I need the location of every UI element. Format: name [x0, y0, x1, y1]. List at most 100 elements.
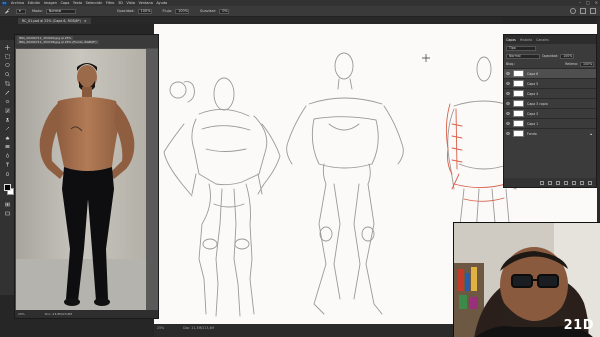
layer-row-capa-4[interactable]: Capa 4: [504, 88, 596, 98]
layer-opacity-field[interactable]: 100%: [560, 53, 575, 59]
fill-label: Relleno:: [565, 62, 578, 66]
share-icon[interactable]: [590, 8, 596, 14]
eyedropper-tool-icon[interactable]: [5, 90, 10, 95]
menu-capa[interactable]: Capa: [60, 1, 69, 5]
options-right-icons: [570, 8, 596, 14]
layer-thumbnail: [513, 90, 524, 97]
delete-layer-icon[interactable]: [588, 180, 592, 185]
document-tab-title: RC_01.psd al 25% (Capa 6, RGB/8*): [22, 19, 81, 23]
layer-thumbnail: [513, 100, 524, 107]
layer-thumbnail: [513, 130, 524, 137]
eye-icon[interactable]: [506, 92, 510, 95]
layer-row-capa-6[interactable]: Capa 6: [504, 68, 596, 78]
smoothing-field[interactable]: 0%: [219, 8, 230, 14]
photoshop-logo-icon: Ps: [2, 0, 7, 6]
brush-tool-active-icon[interactable]: [5, 108, 10, 113]
foreground-color-swatch[interactable]: [4, 184, 11, 191]
lasso-tool-icon[interactable]: [5, 63, 10, 68]
layer-name: Capa 3 copia: [527, 101, 548, 106]
type-tool-icon[interactable]: [5, 162, 10, 167]
add-mask-icon[interactable]: [556, 180, 560, 185]
link-layers-icon[interactable]: [540, 180, 544, 185]
photo-tab-2[interactable]: IMG_20200711_153748.jpg al 25% (Fondo, R…: [17, 40, 99, 44]
menu-filtro[interactable]: Filtro: [106, 1, 115, 5]
eraser-tool-icon[interactable]: [5, 135, 10, 140]
new-group-icon[interactable]: [572, 180, 576, 185]
layers-panel-tabs: Capas Historia Canales: [504, 35, 596, 44]
tab-capas[interactable]: Capas: [506, 38, 516, 42]
layer-style-icon[interactable]: [548, 180, 552, 185]
clone-stamp-tool-icon[interactable]: [5, 117, 10, 122]
layer-row-capa-3[interactable]: Capa 3: [504, 108, 596, 118]
pen-tool-icon[interactable]: [5, 153, 10, 158]
eye-icon[interactable]: [506, 72, 510, 75]
flow-field[interactable]: 100%: [175, 8, 190, 14]
canvas-doc-size: Doc: 21,3M/213,4M: [183, 326, 215, 330]
photo-window-titlebar[interactable]: IMG_20200711_153040.jpg al 25% IMG_20200…: [15, 35, 158, 48]
eye-icon[interactable]: [506, 132, 510, 135]
fill-field[interactable]: 100%: [580, 61, 594, 67]
menu-3d[interactable]: 3D: [118, 1, 123, 5]
eye-icon[interactable]: [506, 82, 510, 85]
menu-archivo[interactable]: Archivo: [11, 1, 24, 5]
layer-row-capa-1[interactable]: Capa 1: [504, 118, 596, 128]
gradient-tool-icon[interactable]: [5, 144, 10, 149]
move-tool-icon[interactable]: [5, 45, 10, 50]
menu-edicion[interactable]: Edición: [28, 1, 41, 5]
eye-icon[interactable]: [506, 122, 510, 125]
tools-panel: [0, 40, 15, 295]
marquee-tool-icon[interactable]: [5, 54, 10, 59]
menu-texto[interactable]: Texto: [73, 1, 82, 5]
layer-row-capa-5[interactable]: Capa 5: [504, 78, 596, 88]
new-layer-icon[interactable]: [580, 180, 584, 185]
flow-label: Flujo:: [162, 9, 173, 13]
healing-brush-tool-icon[interactable]: [5, 99, 10, 104]
layer-row-fondo[interactable]: Fondo 🔒︎: [504, 128, 596, 138]
layer-thumbnail: [513, 70, 524, 77]
document-tab-bar: RC_01.psd al 25% (Capa 6, RGB/8*) ×: [18, 17, 503, 24]
canvas-zoom-value[interactable]: 25%: [157, 326, 164, 330]
layer-thumbnail: [513, 120, 524, 127]
workspace-icon[interactable]: [580, 8, 586, 14]
tab-canales[interactable]: Canales: [536, 38, 549, 42]
photo-window-scrollbar[interactable]: [146, 49, 158, 311]
document-tab[interactable]: RC_01.psd al 25% (Capa 6, RGB/8*) ×: [18, 18, 91, 24]
history-brush-tool-icon[interactable]: [5, 126, 10, 131]
hand-tool-icon[interactable]: [5, 171, 10, 176]
mode-select[interactable]: Normal: [45, 8, 76, 14]
menu-ayuda[interactable]: Ayuda: [156, 1, 167, 5]
menu-seleccion[interactable]: Selección: [86, 1, 103, 5]
lock-icon: 🔒︎: [590, 131, 592, 136]
layer-thumbnail: [513, 110, 524, 117]
search-icon[interactable]: [570, 8, 576, 14]
opacity-label: Opacidad:: [116, 9, 135, 13]
quick-mask-icon[interactable]: [5, 202, 10, 207]
layer-thumbnail: [513, 80, 524, 87]
quick-select-tool-icon[interactable]: [5, 72, 10, 77]
layer-filter-select[interactable]: Tipo: [506, 45, 536, 51]
photo-window-status: 20% Doc: 23,8M/23,8M: [15, 310, 158, 318]
adjustment-layer-icon[interactable]: [564, 180, 568, 185]
lock-row: Bloq.: Relleno: 100%: [504, 60, 596, 68]
tab-historia[interactable]: Historia: [520, 38, 532, 42]
close-icon[interactable]: ×: [595, 0, 598, 5]
layer-row-capa-3-copia[interactable]: Capa 3 copia: [504, 98, 596, 108]
layer-opacity-label: Opacidad:: [542, 54, 559, 58]
close-tab-icon[interactable]: ×: [84, 19, 87, 23]
minimize-icon[interactable]: –: [579, 0, 581, 5]
crop-tool-icon[interactable]: [5, 81, 10, 86]
maximize-icon[interactable]: □: [586, 0, 590, 5]
screen-mode-icon[interactable]: [5, 211, 10, 216]
menu-ventana[interactable]: Ventana: [139, 1, 153, 5]
photo-zoom-value[interactable]: 20%: [18, 312, 25, 316]
layer-name: Capa 5: [527, 81, 539, 86]
eye-icon[interactable]: [506, 102, 510, 105]
menu-vista[interactable]: Vista: [126, 1, 135, 5]
eye-icon[interactable]: [506, 112, 510, 115]
brush-size-picker[interactable]: ▾: [16, 8, 26, 14]
brush-tool-icon[interactable]: [4, 8, 10, 14]
opacity-field[interactable]: 100%: [137, 8, 152, 14]
menu-imagen[interactable]: Imagen: [44, 1, 57, 5]
reference-photo-window[interactable]: IMG_20200711_153040.jpg al 25% IMG_20200…: [14, 34, 159, 319]
blend-mode-select[interactable]: Normal: [506, 53, 540, 59]
